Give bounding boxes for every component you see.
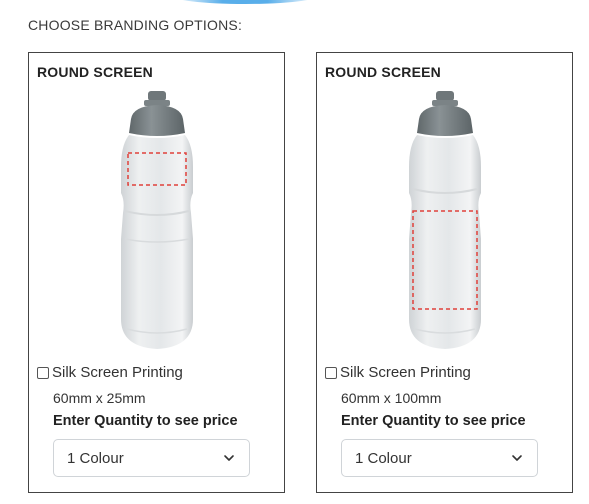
print-dimensions: 60mm x 100mm (341, 390, 442, 406)
colour-select-value: 1 Colour (355, 449, 412, 467)
section-title: CHOOSE BRANDING OPTIONS: (28, 17, 243, 33)
chevron-down-icon (224, 455, 234, 461)
price-note: Enter Quantity to see price (53, 413, 238, 429)
bottle-image (408, 91, 481, 349)
checkbox-icon[interactable] (325, 366, 337, 379)
branding-option-card: ROUND SCREEN Silk Screen Printing 60mm x… (316, 52, 573, 493)
top-accent-decoration (170, 0, 320, 4)
silk-screen-option[interactable]: Silk Screen Printing (37, 364, 183, 381)
card-title: ROUND SCREEN (37, 64, 153, 80)
card-title: ROUND SCREEN (325, 64, 441, 80)
option-label: Silk Screen Printing (52, 364, 183, 381)
colour-select[interactable]: 1 Colour (341, 439, 538, 477)
print-dimensions: 60mm x 25mm (53, 390, 146, 406)
colour-select-value: 1 Colour (67, 449, 124, 467)
branding-option-card: ROUND SCREEN Silk Screen Printing 60mm x… (28, 52, 285, 493)
silk-screen-option[interactable]: Silk Screen Printing (325, 364, 471, 381)
bottle-image (120, 91, 193, 349)
chevron-down-icon (512, 455, 522, 461)
option-label: Silk Screen Printing (340, 364, 471, 381)
checkbox-icon[interactable] (37, 366, 49, 379)
price-note: Enter Quantity to see price (341, 413, 526, 429)
colour-select[interactable]: 1 Colour (53, 439, 250, 477)
